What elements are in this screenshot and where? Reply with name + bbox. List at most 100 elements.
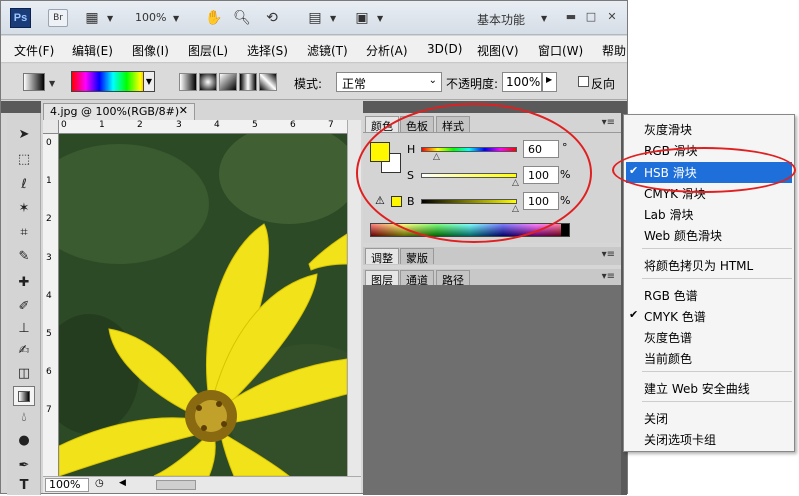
menu-window[interactable]: 窗口(W) bbox=[538, 42, 583, 59]
marquee-tool-icon[interactable]: ⬚ bbox=[13, 150, 35, 170]
menu-select[interactable]: 选择(S) bbox=[247, 42, 288, 59]
menu-separator bbox=[642, 371, 792, 372]
close-icon[interactable]: ✕ bbox=[604, 10, 620, 24]
reverse-checkbox[interactable] bbox=[578, 76, 589, 87]
menu-file[interactable]: 文件(F) bbox=[14, 42, 54, 59]
menu-3d[interactable]: 3D(D) bbox=[427, 42, 462, 56]
menu-item-lab-slider[interactable]: Lab 滑块 bbox=[644, 206, 693, 223]
ruler-label: 6 bbox=[290, 120, 296, 130]
gradient-tool-icon[interactable] bbox=[13, 386, 35, 406]
menu-item-grayscale-slider[interactable]: 灰度滑块 bbox=[644, 121, 692, 138]
document-tab[interactable]: 4.jpg @ 100%(RGB/8#) ✕ bbox=[43, 103, 195, 120]
zoom-field[interactable]: 100% bbox=[45, 478, 89, 492]
pen-tool-icon[interactable]: ✒ bbox=[13, 456, 35, 476]
menu-filter[interactable]: 滤镜(T) bbox=[307, 42, 348, 59]
photoshop-window: Ps Br ▦ ▼ 100% ▼ ✋ 🔍︎ ⟲ ▤ ▼ ▣ ▼ 基本功能 ▼ ▬… bbox=[0, 0, 628, 495]
menu-analysis[interactable]: 分析(A) bbox=[366, 42, 408, 59]
film-icon[interactable]: ▦ bbox=[83, 9, 101, 27]
brush-tool-icon[interactable]: ✐ bbox=[13, 297, 35, 317]
menu-separator bbox=[642, 278, 792, 279]
zoom-level[interactable]: 100% bbox=[135, 11, 166, 24]
zoom-icon[interactable]: 🔍︎ bbox=[233, 9, 251, 27]
linear-gradient-icon[interactable] bbox=[179, 73, 197, 91]
gradient-picker[interactable]: ▼ bbox=[71, 71, 155, 92]
horizontal-ruler: 0 1 2 3 4 5 6 7 bbox=[59, 120, 347, 134]
menu-item-current-colors[interactable]: 当前颜色 bbox=[644, 350, 692, 367]
eraser-tool-icon[interactable]: ◫ bbox=[13, 364, 35, 384]
menu-item-close-tab-group[interactable]: 关闭选项卡组 bbox=[644, 431, 716, 448]
minimize-icon[interactable]: ▬ bbox=[563, 10, 579, 24]
crop-tool-icon[interactable]: ⌗ bbox=[13, 223, 35, 243]
ruler-label: 4 bbox=[46, 291, 52, 301]
ruler-label: 4 bbox=[214, 120, 220, 130]
ruler-label: 0 bbox=[46, 138, 52, 148]
blur-tool-icon[interactable]: 💧︎ bbox=[13, 408, 35, 428]
chevron-down-icon[interactable]: ▼ bbox=[173, 14, 179, 23]
panel-menu-icon[interactable]: ▾≡ bbox=[602, 117, 615, 128]
menu-separator bbox=[642, 248, 792, 249]
healing-brush-icon[interactable]: ✚ bbox=[13, 273, 35, 293]
scroll-thumb[interactable] bbox=[156, 480, 196, 490]
opacity-arrow-icon[interactable]: ▶ bbox=[542, 72, 557, 92]
chevron-down-icon[interactable]: ▼ bbox=[377, 14, 383, 23]
chevron-down-icon[interactable]: ▼ bbox=[49, 79, 55, 88]
tab-paths[interactable]: 路径 bbox=[436, 270, 470, 287]
tab-masks[interactable]: 蒙版 bbox=[400, 248, 434, 265]
menu-image[interactable]: 图像(I) bbox=[132, 42, 169, 59]
menu-item-grayscale-ramp[interactable]: 灰度色谱 bbox=[644, 329, 692, 346]
menu-item-copy-color-html[interactable]: 将颜色拷贝为 HTML bbox=[644, 257, 753, 274]
diamond-gradient-icon[interactable] bbox=[259, 73, 277, 91]
menu-edit[interactable]: 编辑(E) bbox=[72, 42, 113, 59]
close-icon[interactable]: ✕ bbox=[179, 104, 188, 117]
clone-stamp-icon[interactable]: ⊥ bbox=[13, 319, 35, 339]
type-tool-icon[interactable]: T bbox=[13, 476, 35, 496]
magic-wand-icon[interactable]: ✶ bbox=[13, 199, 35, 219]
chevron-down-icon[interactable]: ▼ bbox=[143, 72, 154, 91]
mode-select[interactable]: 正常 ⌄ bbox=[336, 72, 442, 92]
document-canvas[interactable] bbox=[59, 134, 347, 476]
arrange-icon[interactable]: ▤ bbox=[306, 9, 324, 27]
move-tool-icon[interactable]: ➤ bbox=[13, 125, 35, 145]
dodge-tool-icon[interactable]: ● bbox=[13, 431, 35, 451]
eyedropper-icon[interactable]: ✎ bbox=[13, 247, 35, 267]
panel-menu-icon[interactable]: ▾≡ bbox=[602, 271, 615, 282]
bridge-button[interactable]: Br bbox=[48, 9, 68, 27]
history-brush-icon[interactable]: ✍ bbox=[13, 341, 35, 361]
menu-view[interactable]: 视图(V) bbox=[477, 42, 519, 59]
lasso-tool-icon[interactable]: ℓ bbox=[13, 175, 35, 195]
panel-menu-icon[interactable]: ▾≡ bbox=[602, 249, 615, 260]
ruler-label: 0 bbox=[61, 120, 67, 130]
status-menu-icon[interactable]: ◷ bbox=[95, 478, 104, 489]
title-bar: Ps Br ▦ ▼ 100% ▼ ✋ 🔍︎ ⟲ ▤ ▼ ▣ ▼ 基本功能 ▼ ▬… bbox=[1, 1, 627, 35]
gradient-tool-preset-icon[interactable] bbox=[23, 73, 45, 91]
menu-layer[interactable]: 图层(L) bbox=[188, 42, 228, 59]
workspace-switcher[interactable]: 基本功能 bbox=[477, 11, 525, 28]
chevron-down-icon[interactable]: ▼ bbox=[541, 14, 547, 23]
annotation-ellipse-hsb bbox=[612, 147, 796, 193]
chevron-down-icon[interactable]: ▼ bbox=[107, 14, 113, 23]
ruler-label: 5 bbox=[252, 120, 258, 130]
angle-gradient-icon[interactable] bbox=[219, 73, 237, 91]
tab-adjustments[interactable]: 调整 bbox=[365, 248, 399, 265]
scroll-left-icon[interactable]: ◀ bbox=[119, 478, 126, 488]
menu-bar: 文件(F) 编辑(E) 图像(I) 图层(L) 选择(S) 滤镜(T) 分析(A… bbox=[1, 36, 627, 63]
tab-channels[interactable]: 通道 bbox=[400, 270, 434, 287]
menu-item-close[interactable]: 关闭 bbox=[644, 410, 668, 427]
menu-item-cmyk-spectrum[interactable]: CMYK 色谱 bbox=[644, 308, 706, 325]
reflected-gradient-icon[interactable] bbox=[239, 73, 257, 91]
menu-item-web-safe-ramp[interactable]: 建立 Web 安全曲线 bbox=[644, 380, 750, 397]
menu-help[interactable]: 帮助 bbox=[602, 42, 626, 59]
menu-item-web-color-slider[interactable]: Web 颜色滑块 bbox=[644, 227, 722, 244]
menu-item-rgb-spectrum[interactable]: RGB 色谱 bbox=[644, 287, 698, 304]
chevron-down-icon[interactable]: ▼ bbox=[330, 14, 336, 23]
horizontal-scrollbar[interactable]: 100% ◷ ◀ bbox=[43, 476, 361, 493]
radial-gradient-icon[interactable] bbox=[199, 73, 217, 91]
hand-icon[interactable]: ✋ bbox=[205, 9, 223, 27]
maximize-icon[interactable]: □ bbox=[583, 10, 599, 24]
ruler-label: 3 bbox=[46, 253, 52, 263]
tab-layers[interactable]: 图层 bbox=[365, 270, 399, 287]
toolbox: ➤ ⬚ ℓ ✶ ⌗ ✎ ✚ ✐ ⊥ ✍ ◫ 💧︎ ● ✒ T bbox=[7, 113, 41, 495]
opacity-input[interactable]: 100% bbox=[502, 72, 542, 92]
screen-mode-icon[interactable]: ▣ bbox=[353, 9, 371, 27]
rotate-view-icon[interactable]: ⟲ bbox=[263, 9, 281, 27]
